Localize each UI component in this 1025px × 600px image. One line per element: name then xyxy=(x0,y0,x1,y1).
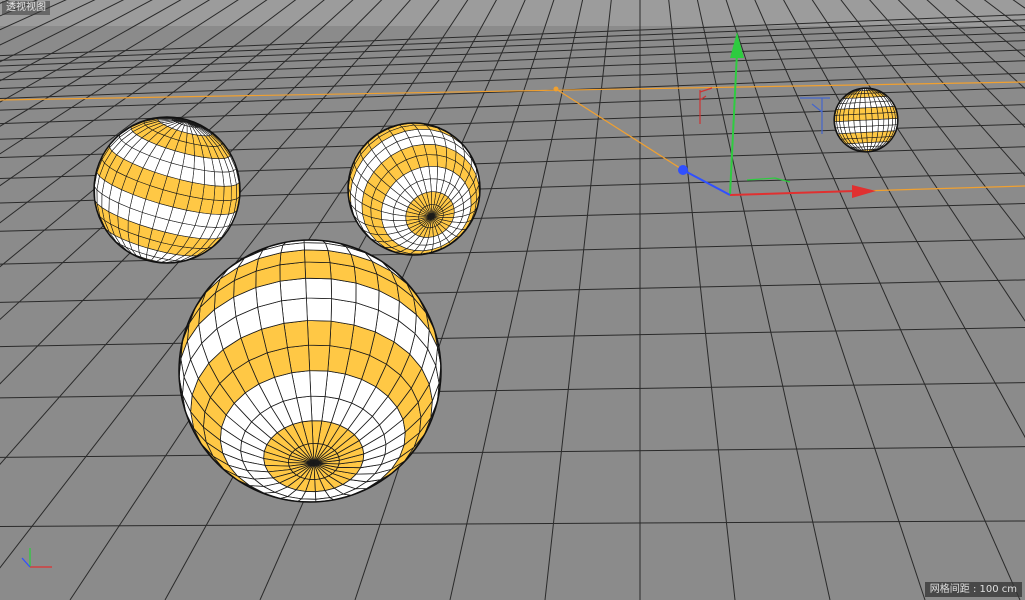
sphere-front[interactable] xyxy=(178,239,442,503)
scene-canvas[interactable] xyxy=(0,0,1025,600)
grid-spacing-label: 网格间距 : 100 cm xyxy=(924,582,1022,597)
selection-handle[interactable] xyxy=(553,86,559,92)
viewport-title[interactable]: 透视视图 xyxy=(2,1,50,15)
sphere-left[interactable] xyxy=(93,116,241,264)
sphere-far-right[interactable] xyxy=(833,87,899,153)
perspective-viewport[interactable]: 透视视图 网格间距 : 100 cm xyxy=(0,0,1025,600)
sphere-middle[interactable] xyxy=(347,122,481,256)
gizmo-z-handle[interactable] xyxy=(678,165,688,175)
